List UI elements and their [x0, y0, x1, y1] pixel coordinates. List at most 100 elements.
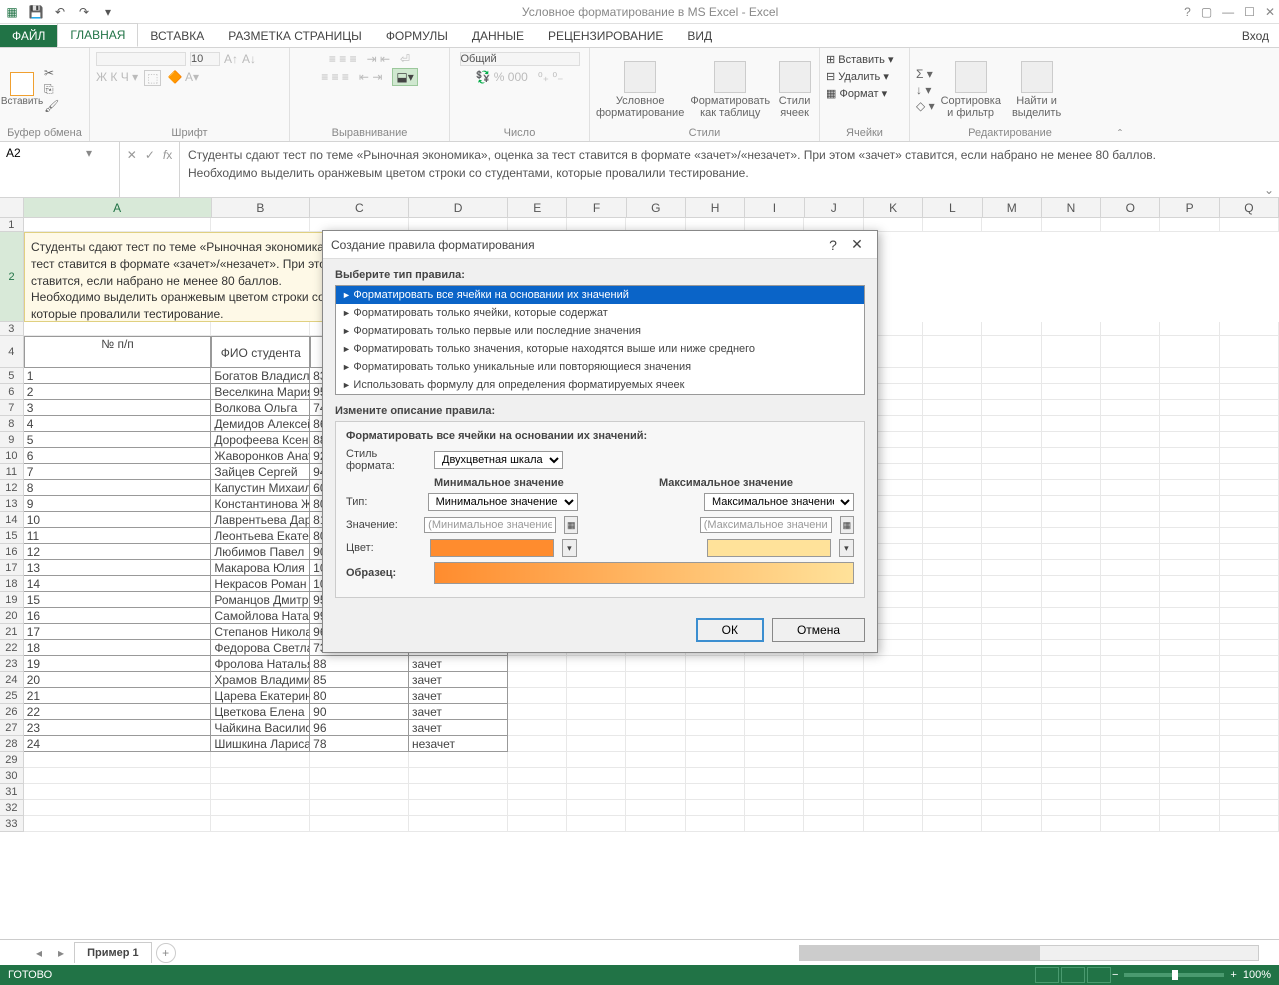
cell[interactable]	[1042, 448, 1101, 464]
cell[interactable]	[1042, 784, 1101, 800]
cell[interactable]	[804, 784, 863, 800]
cell[interactable]	[567, 672, 626, 688]
cell[interactable]	[1160, 218, 1219, 232]
cell[interactable]	[1220, 656, 1279, 672]
cell[interactable]: 16	[24, 608, 212, 624]
cell[interactable]	[923, 592, 982, 608]
row-header[interactable]: 10	[0, 448, 24, 464]
cell[interactable]	[982, 512, 1041, 528]
cell[interactable]	[1220, 736, 1279, 752]
cell[interactable]: зачет	[409, 704, 508, 720]
min-value-refedit-icon[interactable]: ▦	[564, 516, 578, 534]
row-header[interactable]: 11	[0, 464, 24, 480]
row-header[interactable]: 12	[0, 480, 24, 496]
cell[interactable]	[211, 800, 310, 816]
cell[interactable]	[626, 704, 685, 720]
cell[interactable]	[211, 768, 310, 784]
cell[interactable]	[1160, 608, 1219, 624]
cell[interactable]	[1042, 512, 1101, 528]
row-header[interactable]: 14	[0, 512, 24, 528]
cell[interactable]	[745, 672, 804, 688]
cell[interactable]	[923, 496, 982, 512]
cell[interactable]	[1160, 672, 1219, 688]
cell[interactable]: 23	[24, 720, 212, 736]
cell[interactable]	[1042, 800, 1101, 816]
cell[interactable]: 19	[24, 656, 212, 672]
row-header[interactable]: 31	[0, 784, 24, 800]
sheet-nav-prev-icon[interactable]: ◂	[30, 946, 48, 960]
cell[interactable]	[1042, 432, 1101, 448]
row-header[interactable]: 17	[0, 560, 24, 576]
cell[interactable]	[982, 496, 1041, 512]
cell[interactable]: Храмов Владимир	[211, 672, 310, 688]
cell[interactable]	[1101, 400, 1160, 416]
column-header[interactable]: M	[983, 198, 1042, 217]
sort-filter-button[interactable]: Сортировка и фильтр	[941, 61, 1001, 119]
cell[interactable]: Цветкова Елена	[211, 704, 310, 720]
cell[interactable]	[1220, 640, 1279, 656]
cell[interactable]	[310, 784, 409, 800]
cell[interactable]	[1042, 322, 1101, 336]
font-name-input[interactable]	[96, 52, 186, 66]
cell[interactable]	[686, 656, 745, 672]
cell[interactable]	[982, 640, 1041, 656]
max-type-select[interactable]: Максимальное значение	[704, 493, 854, 511]
cell[interactable]	[1160, 544, 1219, 560]
cell[interactable]: Дорофеева Ксения	[211, 432, 310, 448]
cell[interactable]	[982, 368, 1041, 384]
rule-type-item[interactable]: Форматировать только первые или последни…	[336, 322, 864, 340]
zoom-out-icon[interactable]: −	[1112, 969, 1118, 981]
rule-type-item[interactable]: Форматировать только уникальные или повт…	[336, 358, 864, 376]
cell[interactable]	[310, 816, 409, 832]
horizontal-scrollbar[interactable]	[180, 945, 1279, 961]
cell[interactable]	[567, 768, 626, 784]
cell[interactable]	[1220, 688, 1279, 704]
cell[interactable]: 2	[24, 384, 212, 400]
max-color-dropdown-icon[interactable]: ▾	[839, 539, 854, 557]
cell[interactable]	[1042, 816, 1101, 832]
cell[interactable]	[982, 784, 1041, 800]
row-header[interactable]: 9	[0, 432, 24, 448]
cell[interactable]	[1160, 528, 1219, 544]
tab-insert[interactable]: ВСТАВКА	[138, 25, 216, 47]
row-header[interactable]: 3	[0, 322, 24, 336]
undo-icon[interactable]: ↶	[52, 4, 68, 20]
cell[interactable]	[1220, 496, 1279, 512]
cell[interactable]	[1101, 736, 1160, 752]
cell[interactable]	[211, 752, 310, 768]
dialog-help-icon[interactable]: ?	[821, 237, 845, 253]
cell[interactable]	[923, 560, 982, 576]
rule-type-item[interactable]: Использовать формулу для определения фор…	[336, 376, 864, 394]
cell[interactable]	[982, 416, 1041, 432]
cell[interactable]	[1042, 704, 1101, 720]
redo-icon[interactable]: ↷	[76, 4, 92, 20]
cell[interactable]	[982, 752, 1041, 768]
cell[interactable]	[1220, 448, 1279, 464]
cell[interactable]	[211, 322, 310, 336]
row-header[interactable]: 29	[0, 752, 24, 768]
cell[interactable]	[409, 768, 508, 784]
cell[interactable]	[211, 784, 310, 800]
cell[interactable]	[745, 736, 804, 752]
fill-icon[interactable]: ↓ ▾	[916, 83, 935, 97]
cell[interactable]	[1160, 624, 1219, 640]
row-header[interactable]: 24	[0, 672, 24, 688]
cell[interactable]	[1220, 800, 1279, 816]
cell[interactable]	[1160, 656, 1219, 672]
cut-icon[interactable]: ✂	[44, 66, 59, 80]
cell[interactable]	[982, 432, 1041, 448]
sheet-tab-active[interactable]: Пример 1	[74, 942, 152, 963]
format-cells-button[interactable]: ▦ Формат ▾	[826, 86, 887, 101]
cell[interactable]	[508, 800, 567, 816]
tab-review[interactable]: РЕЦЕНЗИРОВАНИЕ	[536, 25, 675, 47]
cell[interactable]	[686, 768, 745, 784]
cell[interactable]	[1220, 432, 1279, 448]
cell[interactable]	[1160, 640, 1219, 656]
column-header[interactable]: L	[923, 198, 982, 217]
column-header[interactable]: B	[212, 198, 311, 217]
cell[interactable]: 14	[24, 576, 212, 592]
cell[interactable]	[1160, 720, 1219, 736]
cell[interactable]: 8	[24, 480, 212, 496]
row-header[interactable]: 27	[0, 720, 24, 736]
cell[interactable]: Капустин Михаил	[211, 480, 310, 496]
